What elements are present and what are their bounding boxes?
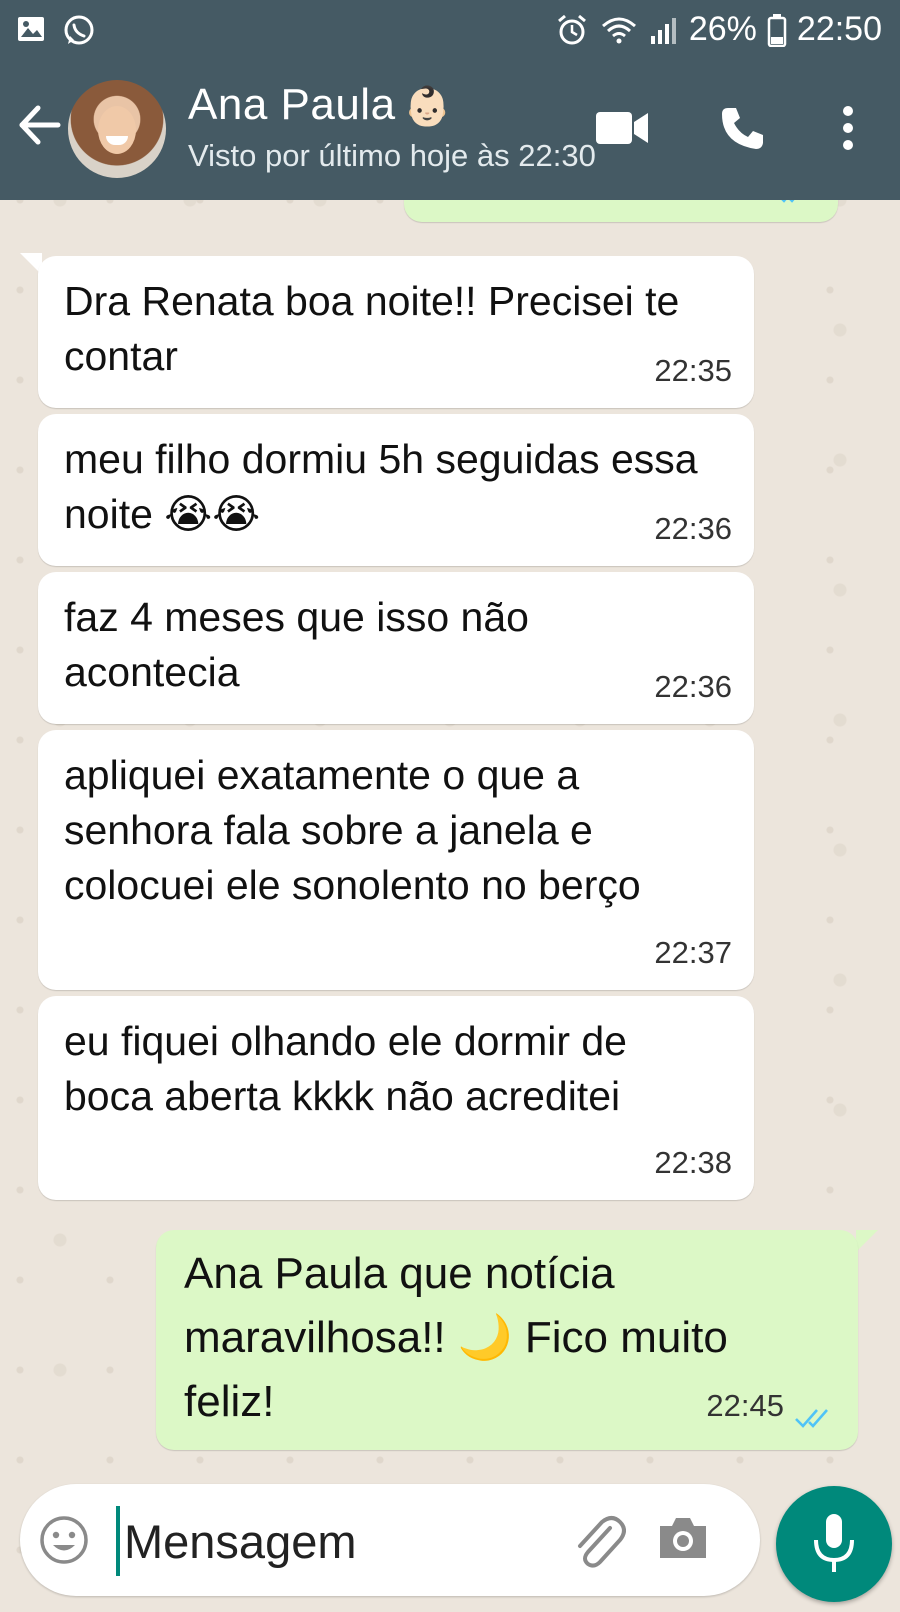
video-call-icon[interactable]: [596, 110, 650, 146]
wifi-icon: [601, 17, 636, 43]
incoming-message[interactable]: meu filho dormiu 5h seguidas essa noite …: [38, 414, 754, 566]
incoming-message[interactable]: Dra Renata boa noite!! Precisei te conta…: [38, 256, 754, 408]
bubble-tail: [856, 1230, 878, 1252]
baby-emoji: 👶🏻: [403, 86, 452, 128]
back-arrow-icon[interactable]: [14, 100, 64, 150]
camera-icon[interactable]: [656, 1514, 710, 1562]
signal-icon: [650, 17, 676, 44]
incoming-message[interactable]: eu fiquei olhando ele dormir de boca abe…: [38, 996, 754, 1200]
message-time: 22:38: [654, 1145, 732, 1180]
message-time: 22:36: [654, 669, 732, 704]
contact-name-label[interactable]: Ana Paula 👶🏻: [188, 80, 451, 130]
attach-icon[interactable]: [570, 1510, 626, 1570]
message-input[interactable]: [116, 1506, 546, 1576]
whatsapp-notification-icon: [64, 15, 94, 45]
message-text: Ana Paula que notícia maravilhosa!! 🌙 Fi…: [184, 1249, 728, 1426]
message-text: apliquei exatamente o que a senhora fala…: [64, 752, 641, 908]
status-bar: 26% 22:50: [0, 0, 900, 62]
message-text: meu filho dormiu 5h seguidas essa noite …: [64, 436, 698, 537]
alarm-icon: [557, 14, 586, 44]
message-text: eu fiquei olhando ele dormir de boca abe…: [64, 1018, 627, 1119]
message-composer: [20, 1484, 760, 1596]
message-time: 22:36: [654, 511, 732, 546]
message-text: faz 4 meses que isso não acontecia: [64, 594, 529, 695]
message-time: 22:37: [654, 935, 732, 970]
chat-header: Ana Paula 👶🏻 Visto por último hoje às 22:…: [0, 62, 900, 200]
contact-avatar[interactable]: [68, 80, 166, 178]
message-time: 22:45: [706, 1388, 784, 1423]
battery-icon: [767, 13, 787, 47]
last-seen-status: Visto por último hoje às 22:30: [188, 138, 596, 173]
voice-message-button[interactable]: [776, 1486, 892, 1602]
incoming-message[interactable]: apliquei exatamente o que a senhora fala…: [38, 730, 754, 990]
incoming-message[interactable]: faz 4 meses que isso não acontecia 22:36: [38, 572, 754, 724]
gallery-notification-icon: [18, 17, 44, 41]
message-time: 22:35: [654, 353, 732, 388]
read-receipt-icon: [795, 1409, 828, 1428]
emoji-icon[interactable]: [38, 1514, 90, 1566]
battery-percent: 26%: [688, 10, 757, 48]
voice-call-icon[interactable]: [718, 104, 766, 152]
message-text: Dra Renata boa noite!! Precisei te conta…: [64, 278, 680, 379]
clock: 22:50: [796, 10, 882, 48]
more-options-icon[interactable]: [838, 104, 858, 152]
microphone-icon: [814, 1514, 854, 1572]
outgoing-message[interactable]: Ana Paula que notícia maravilhosa!! 🌙 Fi…: [156, 1230, 858, 1450]
contact-name: Ana Paula: [188, 80, 396, 129]
